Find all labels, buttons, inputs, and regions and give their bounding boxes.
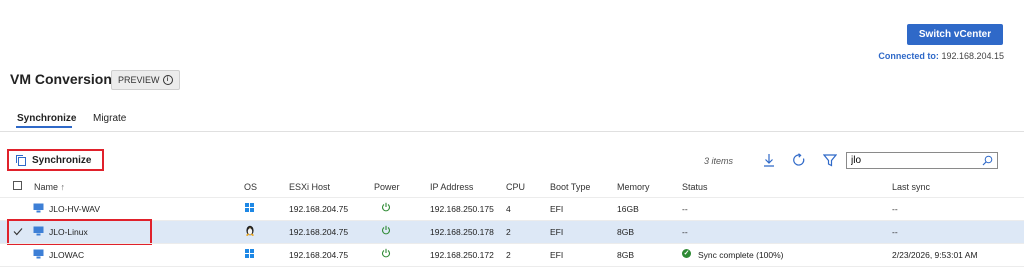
- connected-label: Connected to:: [878, 51, 939, 61]
- download-icon[interactable]: [762, 153, 776, 167]
- tab-migrate[interactable]: Migrate: [93, 113, 126, 124]
- power-on-icon: [381, 202, 391, 212]
- tab-divider: [0, 131, 1024, 132]
- row-divider: [0, 266, 1024, 267]
- synchronize-button-label: Synchronize: [32, 154, 92, 166]
- success-check-icon: ✓: [682, 249, 691, 258]
- last-sync: --: [892, 204, 898, 214]
- cpu: 2: [506, 250, 511, 260]
- column-header-memory[interactable]: Memory: [617, 182, 650, 192]
- status: Sync complete (100%): [698, 250, 784, 260]
- column-header-cpu[interactable]: CPU: [506, 182, 525, 192]
- ip-address: 192.168.250.175: [430, 204, 494, 214]
- vm-name[interactable]: JLOWAC: [49, 250, 84, 260]
- memory: 16GB: [617, 204, 639, 214]
- column-header-status[interactable]: Status: [682, 182, 708, 192]
- preview-badge[interactable]: PREVIEW i: [111, 70, 180, 90]
- ip-address: 192.168.250.172: [430, 250, 494, 260]
- column-header-power[interactable]: Power: [374, 182, 400, 192]
- boot-type: EFI: [550, 227, 564, 237]
- memory: 8GB: [617, 227, 635, 237]
- column-header-ip[interactable]: IP Address: [430, 182, 473, 192]
- last-sync: --: [892, 227, 898, 237]
- status: --: [682, 227, 688, 237]
- info-icon: i: [162, 75, 173, 85]
- column-header-name[interactable]: Name ↑: [34, 182, 65, 192]
- column-header-os[interactable]: OS: [244, 182, 257, 192]
- search-input[interactable]: [851, 155, 971, 166]
- column-header-last-sync[interactable]: Last sync: [892, 182, 930, 192]
- filter-icon[interactable]: [823, 153, 837, 167]
- items-count: 3 items: [704, 156, 734, 166]
- windows-icon: [245, 203, 254, 212]
- boot-type: EFI: [550, 250, 564, 260]
- switch-vcenter-button[interactable]: Switch vCenter: [907, 24, 1003, 45]
- power-on-icon: [381, 248, 391, 258]
- cpu: 2: [506, 227, 511, 237]
- esxi-host: 192.168.204.75: [289, 204, 349, 214]
- page-title: VM Conversion: [10, 71, 112, 87]
- connection-info: Connected to: 192.168.204.15: [878, 51, 1004, 61]
- boot-type: EFI: [550, 204, 564, 214]
- memory: 8GB: [617, 250, 635, 260]
- table-row[interactable]: [0, 198, 1024, 220]
- preview-badge-label: PREVIEW: [118, 75, 160, 85]
- connected-value: 192.168.204.15: [941, 51, 1004, 61]
- last-sync: 2/23/2026, 9:53:01 AM: [892, 250, 978, 260]
- column-header-name-label: Name: [34, 182, 59, 192]
- tab-synchronize[interactable]: Synchronize: [17, 113, 76, 124]
- column-header-boot-type[interactable]: Boot Type: [550, 182, 590, 192]
- table-row-selected[interactable]: [0, 221, 1024, 243]
- ip-address: 192.168.250.178: [430, 227, 494, 237]
- column-header-esxi-host[interactable]: ESXi Host: [289, 182, 330, 192]
- table-row[interactable]: [0, 244, 1024, 266]
- vm-icon: [33, 249, 44, 259]
- windows-icon: [245, 249, 254, 258]
- highlight-annotation: [7, 219, 152, 245]
- search-box[interactable]: [846, 152, 998, 169]
- linux-penguin-icon: [246, 225, 254, 236]
- copy-icon: [16, 155, 26, 166]
- status: --: [682, 204, 688, 214]
- select-all-checkbox[interactable]: [13, 181, 22, 190]
- esxi-host: 192.168.204.75: [289, 250, 349, 260]
- active-tab-indicator: [16, 126, 72, 128]
- search-icon[interactable]: [982, 155, 993, 166]
- esxi-host: 192.168.204.75: [289, 227, 349, 237]
- cpu: 4: [506, 204, 511, 214]
- vm-name[interactable]: JLO-HV-WAV: [49, 204, 100, 214]
- vm-icon: [33, 203, 44, 213]
- refresh-icon[interactable]: [792, 153, 806, 167]
- sort-ascending-icon: ↑: [60, 182, 66, 192]
- synchronize-button[interactable]: Synchronize: [7, 149, 104, 171]
- power-on-icon: [381, 225, 391, 235]
